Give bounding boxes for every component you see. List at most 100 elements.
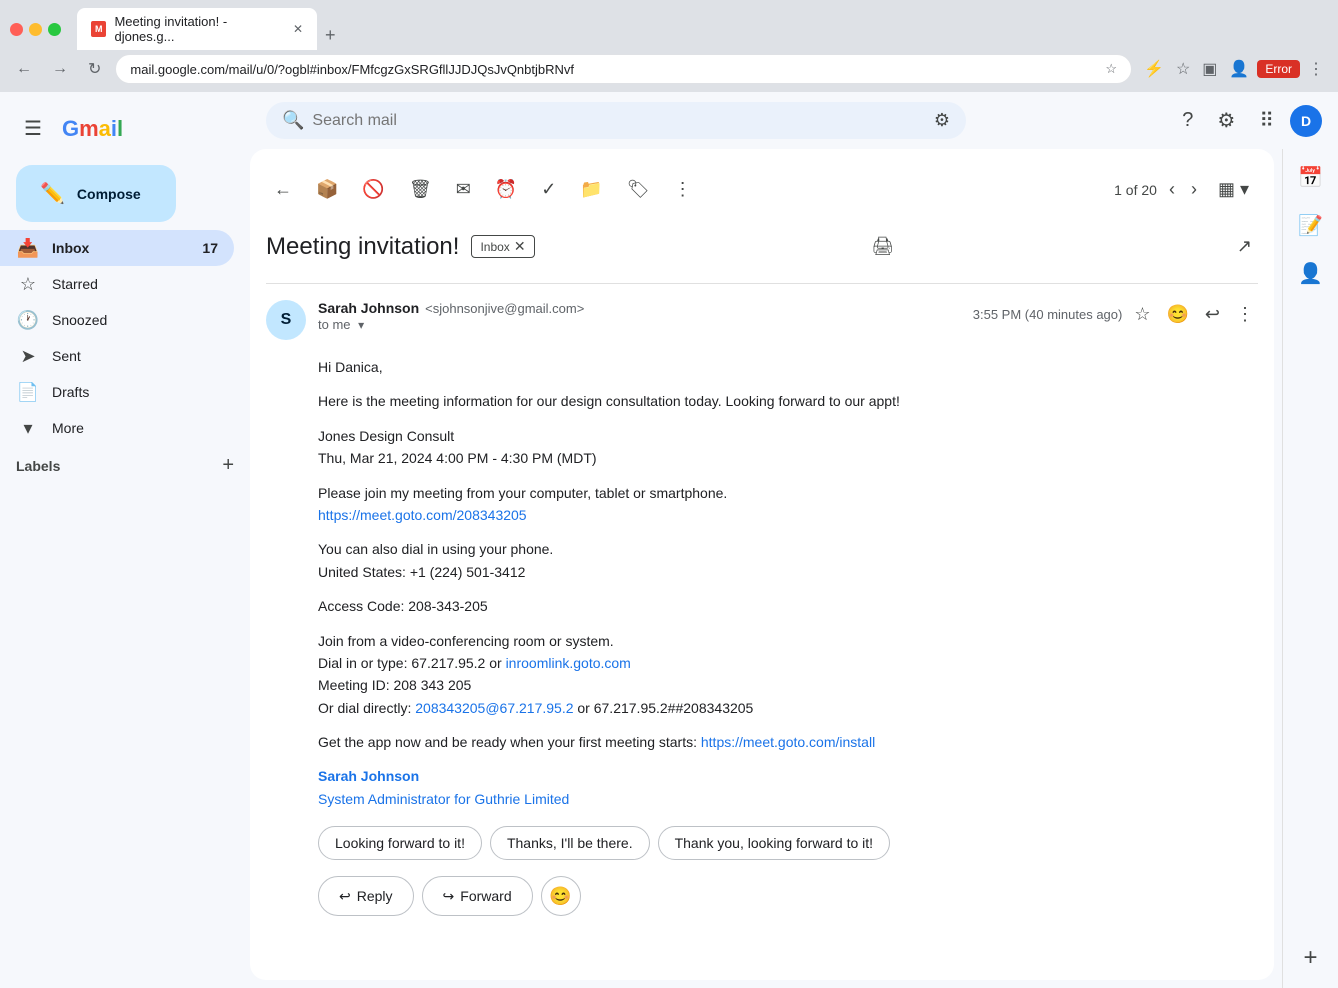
address-bar[interactable]: mail.google.com/mail/u/0/?ogbl#inbox/FMf… bbox=[115, 54, 1132, 84]
new-tab-btn[interactable]: + bbox=[317, 21, 344, 50]
right-sidebar: 📅 📝 👤 + bbox=[1282, 149, 1338, 988]
compose-button[interactable]: ✏️ Compose bbox=[16, 165, 176, 222]
expand-recipients-btn[interactable]: ▾ bbox=[358, 318, 364, 332]
action-buttons: ↩ Reply ↪ Forward 😊 bbox=[266, 876, 1258, 916]
close-window-btn[interactable] bbox=[10, 23, 23, 36]
user-avatar[interactable]: D bbox=[1290, 105, 1322, 137]
next-email-btn[interactable]: › bbox=[1187, 175, 1201, 204]
delete-btn[interactable]: 🗑 bbox=[401, 173, 440, 206]
inbox-label-badge[interactable]: Inbox ✕ bbox=[471, 235, 534, 258]
forward-btn[interactable]: → bbox=[46, 56, 74, 82]
snooze-btn[interactable]: ⏰ bbox=[487, 173, 525, 206]
dial-in-text: You can also dial in using your phone.Un… bbox=[318, 538, 1258, 583]
smart-replies: Looking forward to it! Thanks, I'll be t… bbox=[266, 826, 1258, 860]
meet-link[interactable]: https://meet.goto.com/208343205 bbox=[318, 507, 527, 523]
email-panel: ← 📦 🚫 🗑 ✉ ⏰ ✓ 📁 🏷 ⋮ 1 of 20 ‹ › ▦ ▾ bbox=[250, 149, 1274, 980]
time-text: 3:55 PM (40 minutes ago) bbox=[973, 307, 1123, 322]
view-toggle-btn[interactable]: ▦ ▾ bbox=[1209, 174, 1258, 205]
new-window-btn[interactable]: ↗ bbox=[1231, 230, 1258, 263]
to-me-label[interactable]: to me ▾ bbox=[318, 317, 364, 332]
move-to-btn[interactable]: 📁 bbox=[572, 173, 610, 206]
calendar-sidebar-icon[interactable]: 📅 bbox=[1291, 157, 1331, 197]
prev-email-btn[interactable]: ‹ bbox=[1165, 175, 1179, 204]
add-sidebar-app-btn[interactable]: + bbox=[1295, 936, 1325, 980]
fullscreen-window-btn[interactable] bbox=[48, 23, 61, 36]
sidebar-item-more[interactable]: ▾ More bbox=[0, 410, 234, 446]
sidebar-item-drafts[interactable]: 📄 Drafts bbox=[0, 374, 234, 410]
bookmark-icon[interactable]: ☆ bbox=[1105, 61, 1117, 77]
search-input[interactable] bbox=[312, 112, 925, 130]
print-btn[interactable]: 🖨 bbox=[865, 230, 900, 263]
inbox-badge-close-btn[interactable]: ✕ bbox=[514, 238, 526, 255]
gmail-logo: Gmail bbox=[62, 116, 123, 142]
tab-close-btn[interactable]: ✕ bbox=[293, 22, 303, 36]
sidebar-item-sent[interactable]: ➤ Sent bbox=[0, 338, 234, 374]
sidebar: ☰ Gmail ✏️ Compose 📥 Inbox 17 ☆ Starred bbox=[0, 92, 250, 988]
label-btn[interactable]: 🏷 bbox=[619, 173, 658, 206]
search-tune-icon[interactable]: ⚙ bbox=[934, 110, 950, 131]
window-controls bbox=[10, 23, 61, 36]
sidebar-item-snoozed[interactable]: 🕐 Snoozed bbox=[0, 302, 234, 338]
contacts-sidebar-icon[interactable]: 👤 bbox=[1291, 253, 1331, 293]
forward-arrow-icon: ↪ bbox=[443, 888, 455, 905]
dial-direct-link[interactable]: 208343205@67.217.95.2 bbox=[415, 700, 573, 716]
smart-reply-3[interactable]: Thank you, looking forward to it! bbox=[658, 826, 890, 860]
minimize-window-btn[interactable] bbox=[29, 23, 42, 36]
sender-title[interactable]: System Administrator for Guthrie Limited bbox=[318, 791, 569, 807]
reply-emoji-btn[interactable]: 😊 bbox=[1162, 300, 1192, 329]
video-conf-text: Join from a video-conferencing room or s… bbox=[318, 630, 1258, 720]
add-task-btn[interactable]: ✓ bbox=[533, 173, 564, 206]
more-label: More bbox=[52, 420, 218, 436]
performance-icon[interactable]: ⚡ bbox=[1140, 55, 1168, 83]
inroomlink[interactable]: inroomlink.goto.com bbox=[506, 655, 631, 671]
address-icons: ☆ bbox=[1105, 61, 1117, 77]
sender-info: Sarah Johnson <sjohnsonjive@gmail.com> t… bbox=[318, 300, 973, 332]
pagination-text: 1 of 20 bbox=[1114, 182, 1157, 198]
star-email-btn[interactable]: ☆ bbox=[1130, 300, 1154, 329]
settings-btn[interactable]: ⚙ bbox=[1209, 100, 1243, 141]
sender-avatar: S bbox=[266, 300, 306, 340]
apps-btn[interactable]: ⠿ bbox=[1251, 100, 1282, 141]
sent-label: Sent bbox=[52, 348, 218, 364]
labels-section[interactable]: Labels + bbox=[0, 446, 250, 485]
profile-icon[interactable]: 👤 bbox=[1225, 55, 1253, 83]
sent-icon: ➤ bbox=[16, 346, 40, 367]
signature: Sarah Johnson System Administrator for G… bbox=[318, 765, 1258, 810]
sidebar-item-inbox[interactable]: 📥 Inbox 17 bbox=[0, 230, 234, 266]
reply-arrow-icon: ↩ bbox=[339, 888, 351, 905]
labels-add-btn[interactable]: + bbox=[222, 454, 234, 477]
sender-email: <sjohnsonjive@gmail.com> bbox=[425, 301, 584, 316]
reply-btn-header[interactable]: ↩ bbox=[1201, 300, 1224, 329]
more-options-btn[interactable]: ⋮ bbox=[666, 173, 700, 206]
bookmark-star-icon[interactable]: ☆ bbox=[1172, 55, 1194, 83]
keep-sidebar-icon[interactable]: 📝 bbox=[1291, 205, 1331, 245]
back-to-inbox-btn[interactable]: ← bbox=[266, 173, 300, 206]
gmail-app: ☰ Gmail ✏️ Compose 📥 Inbox 17 ☆ Starred bbox=[0, 92, 1338, 988]
more-actions-btn[interactable]: ⋮ bbox=[1232, 300, 1258, 329]
snoozed-label: Snoozed bbox=[52, 312, 218, 328]
drafts-icon: 📄 bbox=[16, 382, 40, 403]
gmail-header: 🔍 ⚙ ? ⚙ ⠿ D bbox=[250, 92, 1338, 149]
sidebar-toggle-icon[interactable]: ▣ bbox=[1198, 55, 1221, 83]
drafts-label: Drafts bbox=[52, 384, 218, 400]
reply-button[interactable]: ↩ Reply bbox=[318, 876, 414, 916]
back-btn[interactable]: ← bbox=[10, 56, 38, 82]
sidebar-item-starred[interactable]: ☆ Starred bbox=[0, 266, 234, 302]
smart-reply-1[interactable]: Looking forward to it! bbox=[318, 826, 482, 860]
forward-button[interactable]: ↪ Forward bbox=[422, 876, 533, 916]
active-tab[interactable]: M Meeting invitation! - djones.g... ✕ bbox=[77, 8, 317, 50]
report-btn[interactable]: 🚫 bbox=[354, 173, 392, 206]
hamburger-menu-btn[interactable]: ☰ bbox=[16, 108, 50, 149]
email-subject-row: Meeting invitation! Inbox ✕ 🖨 ↗ bbox=[266, 230, 1258, 263]
mark-unread-btn[interactable]: ✉ bbox=[448, 173, 479, 206]
smart-reply-2[interactable]: Thanks, I'll be there. bbox=[490, 826, 650, 860]
search-bar[interactable]: 🔍 ⚙ bbox=[266, 102, 966, 139]
archive-btn[interactable]: 📦 bbox=[308, 173, 346, 206]
help-btn[interactable]: ? bbox=[1174, 101, 1201, 140]
refresh-btn[interactable]: ↻ bbox=[82, 55, 107, 83]
install-link[interactable]: https://meet.goto.com/install bbox=[701, 734, 875, 750]
emoji-reaction-btn[interactable]: 😊 bbox=[541, 876, 581, 916]
sender-signature-name[interactable]: Sarah Johnson bbox=[318, 768, 419, 784]
extensions-icon[interactable]: ⋮ bbox=[1304, 55, 1328, 83]
get-app-text: Get the app now and be ready when your f… bbox=[318, 731, 1258, 753]
